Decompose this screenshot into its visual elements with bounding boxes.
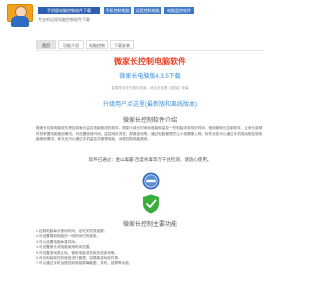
top-link-phone-control[interactable]: 手机控制电脑 bbox=[104, 7, 131, 14]
security-note: 软件已通过：金山毒霸 百度杀毒等万千台检测，请放心使用。 bbox=[88, 157, 212, 162]
site-header: 手机版电脑控制软件下载 手机控制电脑 远程控制电脑 电脑监控软件 专业的远程电脑… bbox=[0, 0, 300, 32]
user-computer-icon[interactable] bbox=[7, 4, 33, 28]
functions-heading: 微家长控制主要功能 bbox=[122, 222, 177, 228]
upgrade-link[interactable]: 升级用户点这里(最新版和离线版本) bbox=[60, 99, 240, 108]
top-link-download[interactable]: 手机版电脑控制软件下载 bbox=[38, 7, 100, 14]
functions-list: 1.控制电脑每天使用时间，定时关机或锁屏。 2.可设置限制电脑的一段时间内的使用… bbox=[36, 229, 264, 267]
page-title: 微家长控制电脑软件 bbox=[114, 57, 186, 66]
intro-heading: 微家长控制软件介绍 bbox=[122, 118, 177, 124]
download-note: 如果您未在列表中找到，请点击查看【选择】安装 bbox=[111, 86, 189, 90]
shield-check-icon bbox=[143, 194, 159, 214]
top-link-monitor[interactable]: 电脑监控软件 bbox=[164, 7, 194, 14]
security-badge-icon bbox=[142, 172, 160, 190]
intro-paragraph: 微家长控制电脑软件是控制家长监控电脑使用的软件。限制小孩长时间玩电脑和监控一些电… bbox=[36, 126, 263, 142]
nav-divider bbox=[36, 50, 264, 51]
header-subtitle: 专业的远程电脑控制软件下载 bbox=[38, 17, 90, 22]
nav-item-features[interactable]: 功能介绍 bbox=[58, 40, 84, 49]
top-link-remote-control[interactable]: 远程控制电脑 bbox=[134, 7, 161, 14]
nav-item-pc-control[interactable]: 电脑控制 bbox=[86, 40, 108, 49]
nav-item-home[interactable]: 首页 bbox=[36, 40, 56, 49]
list-item: 7.可以通过手机远程控制电脑屏幕截图，关机，锁屏等功能。 bbox=[36, 261, 133, 266]
nav-item-download[interactable]: 下载安装 bbox=[110, 40, 134, 49]
download-link[interactable]: 微家长电脑版4.3.5下载 bbox=[60, 71, 240, 80]
